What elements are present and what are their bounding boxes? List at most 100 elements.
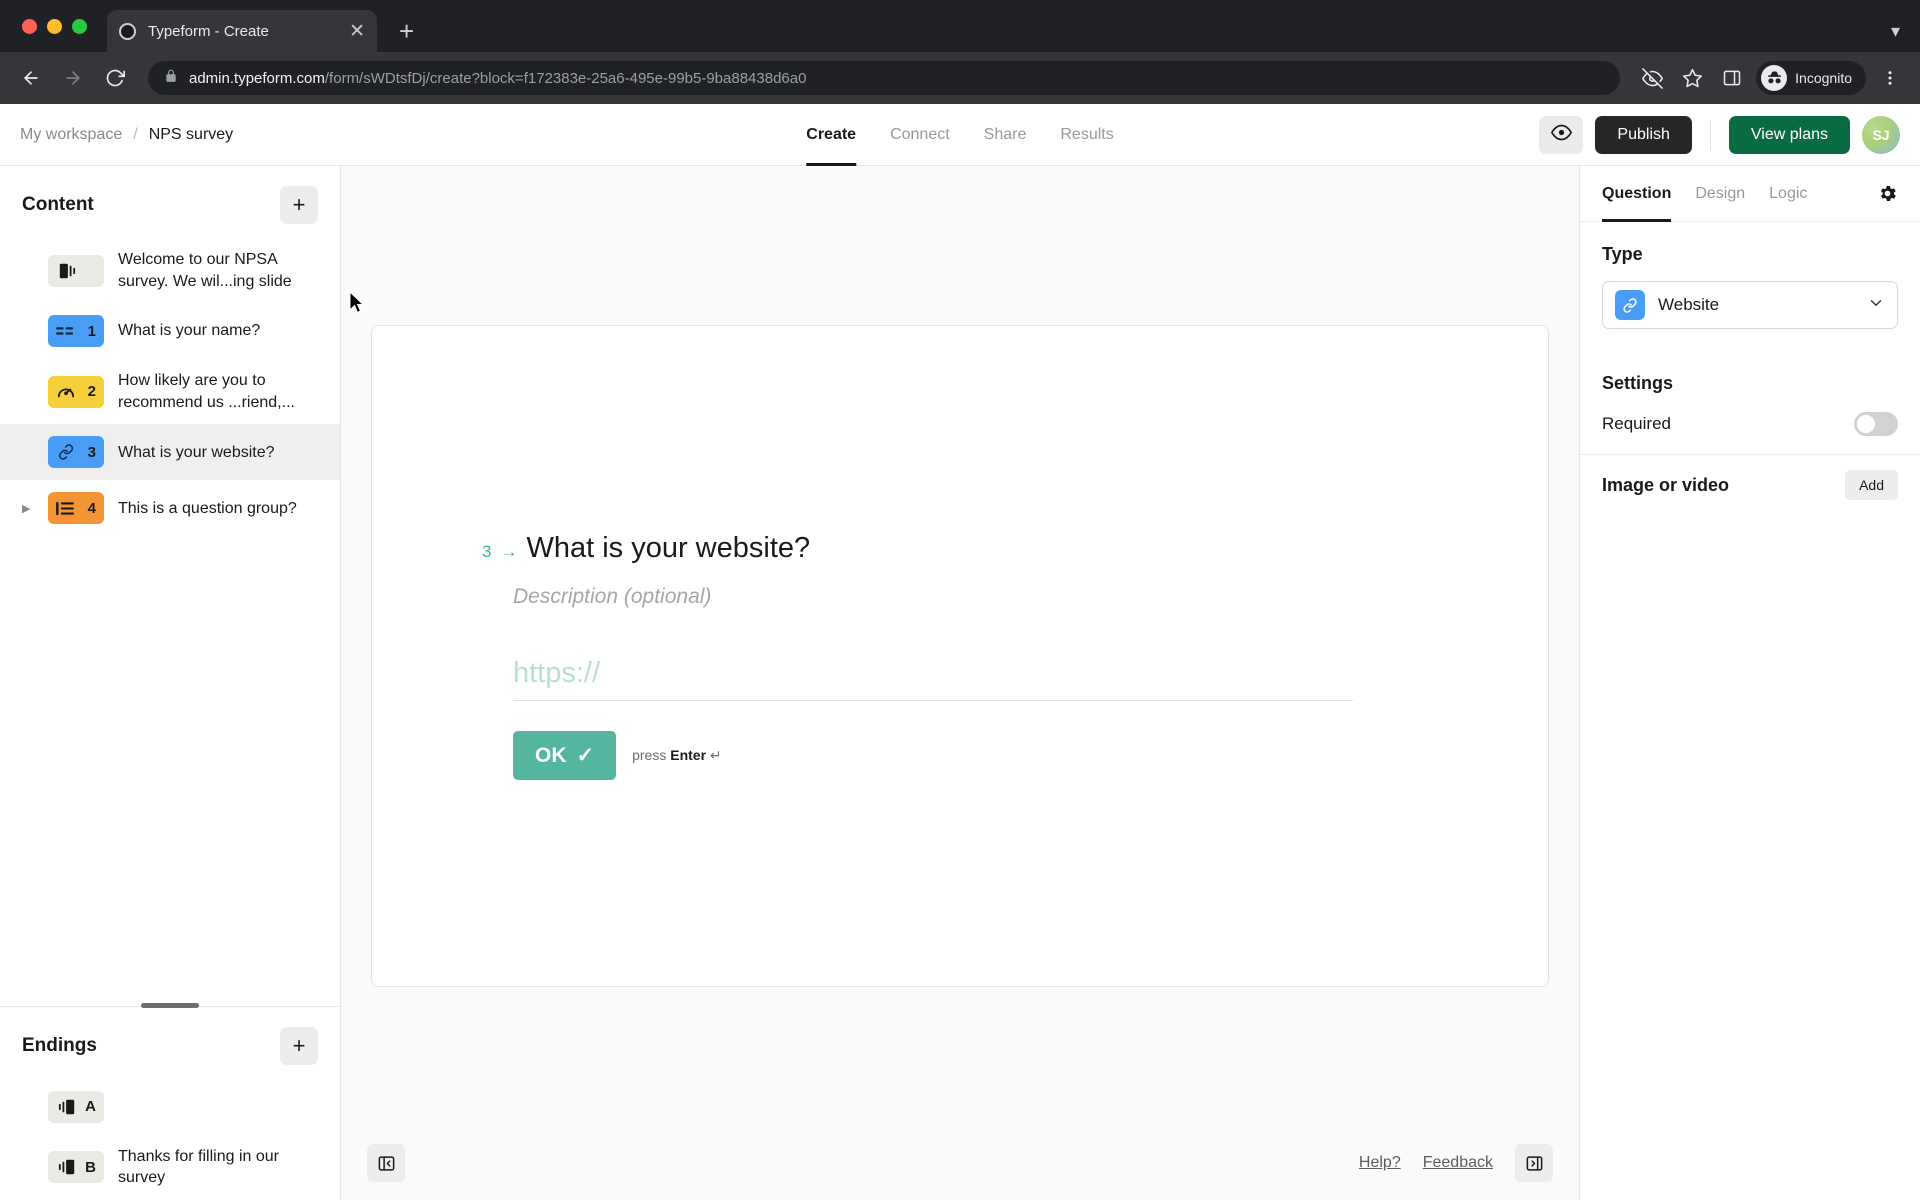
collapse-right-panel-icon[interactable]: [1515, 1144, 1553, 1182]
view-plans-button[interactable]: View plans: [1728, 115, 1850, 154]
list-item-label: This is a question group?: [118, 499, 297, 517]
help-link[interactable]: Help?: [1359, 1154, 1401, 1172]
press-enter-prefix: press: [632, 747, 667, 763]
question-description-input[interactable]: Description (optional): [513, 585, 1548, 609]
browser-tab[interactable]: Typeform - Create ✕: [107, 10, 377, 52]
tab-share[interactable]: Share: [984, 104, 1027, 166]
tab-design[interactable]: Design: [1695, 166, 1745, 222]
kebab-menu-icon[interactable]: [1874, 62, 1906, 94]
minimize-window-button[interactable]: [47, 18, 62, 34]
tab-results[interactable]: Results: [1060, 104, 1113, 166]
list-item-question-3[interactable]: ▶ 3 What is your website?: [0, 424, 340, 481]
ok-button-label: OK: [535, 743, 567, 767]
required-setting-row: Required: [1580, 394, 1920, 454]
opinion-scale-icon: 2: [48, 375, 104, 408]
content-panel-header: Content +: [0, 166, 340, 238]
content-item-list: ▶ Welcome to our NPSA survey. We wil...i…: [0, 238, 340, 1006]
new-tab-button[interactable]: +: [399, 18, 414, 44]
short-text-icon: 1: [48, 315, 104, 348]
question-block: 3 → What is your website? Description (o…: [372, 532, 1548, 780]
ok-button[interactable]: OK ✓: [513, 731, 617, 780]
app-header: My workspace / NPS survey Create Connect…: [0, 104, 1920, 166]
typeform-app: My workspace / NPS survey Create Connect…: [0, 104, 1920, 1200]
list-item-badge: 3: [87, 443, 96, 461]
reload-icon[interactable]: [98, 61, 132, 95]
toggle-knob: [1857, 415, 1875, 433]
list-item-question-1[interactable]: ▶ 1 What is your name?: [0, 303, 340, 359]
list-item-question-group-4[interactable]: ▶ 4 This is a question group?: [0, 480, 340, 536]
list-item-question-2[interactable]: ▶ 2 How likely are you to recommend us .…: [0, 359, 340, 424]
tab-logic[interactable]: Logic: [1769, 166, 1807, 222]
breadcrumb-separator: /: [133, 125, 138, 143]
website-link-icon: 3: [48, 436, 104, 469]
browser-toolbar: admin.typeform.com/form/sWDtsfDj/create?…: [0, 52, 1920, 104]
close-window-button[interactable]: [22, 18, 37, 34]
settings-section-header: Settings: [1580, 329, 1920, 394]
endings-panel-title: Endings: [22, 1034, 97, 1056]
list-item-welcome[interactable]: ▶ Welcome to our NPSA survey. We wil...i…: [0, 238, 340, 303]
tab-connect[interactable]: Connect: [890, 104, 950, 166]
back-arrow-icon[interactable]: [14, 61, 48, 95]
question-preview-card: 3 → What is your website? Description (o…: [371, 325, 1549, 987]
forward-arrow-icon[interactable]: [56, 61, 90, 95]
publish-button[interactable]: Publish: [1595, 115, 1692, 154]
lock-icon: [164, 69, 178, 88]
star-icon[interactable]: [1676, 62, 1708, 94]
expand-caret-icon[interactable]: ▶: [22, 502, 34, 515]
breadcrumb-workspace[interactable]: My workspace: [20, 126, 122, 144]
answer-input[interactable]: https://: [513, 657, 1353, 701]
add-media-button[interactable]: Add: [1845, 470, 1898, 500]
question-group-icon: 4: [48, 492, 104, 525]
header-actions: Publish View plans SJ: [1539, 115, 1900, 154]
gear-icon[interactable]: [1877, 183, 1898, 204]
collapse-left-panel-icon[interactable]: [367, 1144, 405, 1182]
window-controls: [18, 0, 99, 52]
settings-label: Settings: [1602, 373, 1674, 393]
ending-slide-icon: A: [48, 1090, 104, 1123]
required-toggle[interactable]: [1854, 412, 1898, 436]
chevron-down-icon: [1867, 294, 1885, 317]
browser-tabstrip: Typeform - Create ✕ + ▾: [0, 0, 1920, 52]
app-body: Content + ▶ Welcome to our NPSA survey. …: [0, 166, 1920, 1200]
tabstrip-menu-icon[interactable]: ▾: [1891, 21, 1920, 52]
maximize-window-button[interactable]: [72, 18, 87, 34]
avatar-initials: SJ: [1872, 126, 1890, 143]
type-label: Type: [1602, 244, 1643, 264]
endings-panel-header: Endings +: [0, 1007, 340, 1079]
add-ending-button[interactable]: +: [280, 1026, 318, 1065]
close-tab-icon[interactable]: ✕: [349, 22, 365, 41]
header-divider: [1709, 119, 1711, 150]
profile-incognito-button[interactable]: Incognito: [1756, 61, 1866, 95]
tab-create[interactable]: Create: [806, 104, 856, 166]
tab-title: Typeform - Create: [148, 22, 269, 40]
question-title[interactable]: What is your website?: [526, 532, 810, 565]
list-item-badge: 1: [87, 322, 96, 340]
address-bar-text: admin.typeform.com/form/sWDtsfDj/create?…: [189, 70, 806, 87]
address-bar[interactable]: admin.typeform.com/form/sWDtsfDj/create?…: [148, 61, 1621, 95]
feedback-link[interactable]: Feedback: [1423, 1154, 1493, 1172]
list-item-badge: 4: [87, 499, 96, 517]
sidebar-splitter: Endings + ▶ A ▶: [0, 1002, 340, 1200]
list-item-label: How likely are you to recommend us ...ri…: [118, 372, 295, 411]
side-panel-icon[interactable]: [1716, 62, 1748, 94]
list-item-badge: 2: [87, 383, 96, 401]
image-or-video-label: Image or video: [1602, 474, 1730, 495]
form-canvas: 3 → What is your website? Description (o…: [341, 166, 1579, 1200]
tab-question[interactable]: Question: [1602, 166, 1672, 222]
sidebar-drag-handle[interactable]: [141, 1002, 199, 1008]
question-type-select[interactable]: Website: [1602, 281, 1898, 329]
breadcrumb-form-name[interactable]: NPS survey: [149, 126, 233, 144]
url-host: admin.typeform.com: [189, 69, 325, 87]
endings-item-list: ▶ A ▶ B: [0, 1079, 340, 1200]
image-or-video-row: Image or video Add: [1580, 455, 1920, 515]
list-item-ending-a[interactable]: ▶ A: [0, 1079, 340, 1135]
eye-off-icon[interactable]: [1636, 62, 1668, 94]
list-item-ending-b[interactable]: ▶ B Thanks for filling in our survey: [0, 1135, 340, 1200]
add-content-button[interactable]: +: [280, 186, 318, 224]
check-icon: ✓: [576, 744, 595, 767]
list-item-label: What is your website?: [118, 443, 275, 461]
list-item-badge: B: [85, 1158, 96, 1176]
preview-button[interactable]: [1539, 115, 1584, 154]
incognito-icon: [1761, 65, 1788, 91]
avatar[interactable]: SJ: [1862, 115, 1900, 154]
